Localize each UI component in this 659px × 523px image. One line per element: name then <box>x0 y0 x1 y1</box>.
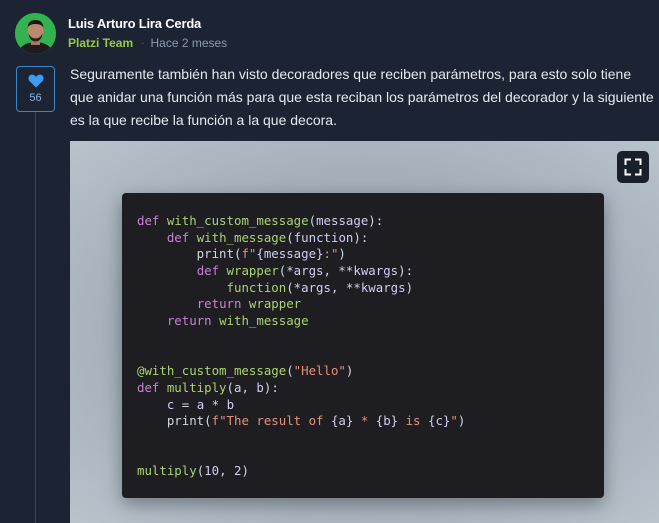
code-token: is <box>398 413 428 429</box>
code-token: ( <box>286 229 294 245</box>
code-token: ( <box>286 363 294 379</box>
code-token: function <box>226 279 287 295</box>
code-token: print( <box>137 413 212 429</box>
code-token: ): <box>368 213 384 228</box>
code-token: ) <box>457 413 466 429</box>
code-token: def <box>196 263 227 279</box>
code-token: message <box>316 213 369 228</box>
code-line: def with_custom_message(message): <box>137 213 465 230</box>
code-token: {c} <box>427 413 451 429</box>
team-badge: Platzi Team <box>68 36 134 50</box>
code-token: , ** <box>323 263 354 279</box>
code-token: kwargs <box>360 279 406 295</box>
code-token: with_message <box>196 229 287 245</box>
comment-card: Luis Arturo Lira Cerda Platzi Team · Hac… <box>0 0 659 523</box>
code-token: @with_custom_message <box>137 363 287 379</box>
code-token: ) <box>338 246 346 262</box>
like-count: 56 <box>29 92 42 104</box>
expand-image-button[interactable] <box>617 151 649 183</box>
code-token: print( <box>137 246 242 262</box>
code-token: ): <box>263 379 279 395</box>
code-token: with_message <box>219 313 309 329</box>
code-token: def <box>166 229 197 245</box>
code-token: " <box>450 413 458 429</box>
code-token: with_custom_message <box>166 213 309 228</box>
thread-line <box>35 112 36 523</box>
code-token: , <box>219 463 234 479</box>
code-token: ( <box>308 213 317 228</box>
code-token: {message} <box>256 246 324 262</box>
code-token: , <box>241 379 257 395</box>
code-line: print(f"{message}:") <box>137 246 465 263</box>
code-token: , ** <box>330 279 361 295</box>
code-token: 10 <box>204 463 220 479</box>
comment-text: Seguramente también han visto decoradore… <box>70 66 654 128</box>
code-token: ) <box>405 279 414 295</box>
code-token: {b} <box>375 413 399 429</box>
code-token: multiply <box>137 463 197 479</box>
code-token: ) <box>241 463 249 479</box>
code-token: return <box>166 313 220 329</box>
code-token: b <box>256 379 264 395</box>
code-token: wrapper <box>226 263 279 279</box>
code-token: * <box>353 413 376 429</box>
code-token: (* <box>286 279 302 295</box>
code-block: def with_custom_message(message): def wi… <box>137 213 465 480</box>
like-button[interactable]: 56 <box>16 66 55 112</box>
meta-separator: · <box>141 37 145 49</box>
code-token: :" <box>323 246 339 262</box>
code-token: "Hello" <box>293 363 346 379</box>
code-line: return with_message <box>137 313 465 330</box>
code-token: = <box>174 396 197 412</box>
code-token: * <box>204 396 227 412</box>
author-name[interactable]: Luis Arturo Lira Cerda <box>68 16 201 31</box>
code-token: args <box>293 263 324 279</box>
code-token: return <box>196 296 249 312</box>
code-token: args <box>301 279 331 295</box>
code-token: kwargs <box>353 263 399 279</box>
expand-icon <box>624 158 642 176</box>
code-token: def <box>137 213 167 228</box>
code-token: f" <box>241 246 257 262</box>
code-token: {a} <box>330 413 354 429</box>
code-line: return wrapper <box>137 296 465 313</box>
code-line: def multiply(a, b): <box>137 380 465 397</box>
code-line: print(f"The result of {a} * {b} is {c}") <box>137 413 465 430</box>
code-token: f"The result of <box>211 413 331 429</box>
code-token: ): <box>353 229 369 245</box>
code-image: def with_custom_message(message): def wi… <box>70 141 659 523</box>
code-window: def with_custom_message(message): def wi… <box>122 193 604 498</box>
code-token: wrapper <box>248 296 302 312</box>
code-token: (* <box>278 263 294 279</box>
author-meta: Platzi Team · Hace 2 meses <box>68 36 227 50</box>
heart-icon <box>27 74 44 88</box>
code-line: @with_custom_message("Hello") <box>137 363 465 380</box>
comment-timestamp: Hace 2 meses <box>150 36 228 50</box>
code-line: c = a * b <box>137 397 465 414</box>
code-token: multiply <box>166 379 227 395</box>
code-token: function <box>293 229 354 245</box>
code-token: ) <box>345 363 354 379</box>
avatar[interactable] <box>15 13 56 54</box>
code-line: def with_message(function): <box>137 230 465 247</box>
code-line: function(*args, **kwargs) <box>137 280 465 297</box>
code-token: ): <box>398 263 414 279</box>
code-line: def wrapper(*args, **kwargs): <box>137 263 465 280</box>
code-line: multiply(10, 2) <box>137 463 465 480</box>
code-token: def <box>137 379 167 395</box>
code-token: b <box>226 396 235 412</box>
code-token: ( <box>226 379 234 395</box>
